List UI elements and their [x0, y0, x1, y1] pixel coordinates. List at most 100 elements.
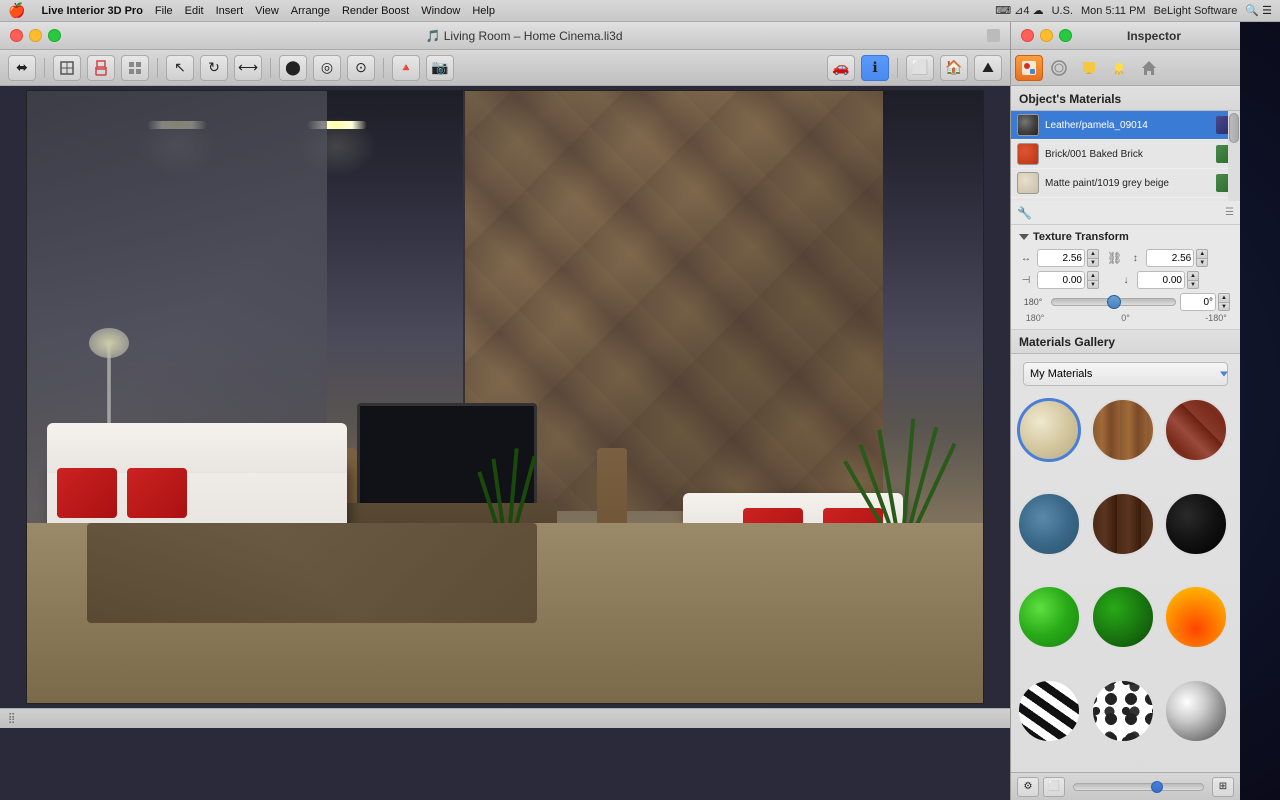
- swatch-black[interactable]: [1164, 492, 1228, 556]
- angle-min-label: 180°: [1019, 297, 1047, 307]
- chain-icon[interactable]: ⛓: [1107, 251, 1122, 265]
- scale-x-group: ▲ ▼: [1037, 249, 1101, 267]
- gallery-header: Materials Gallery: [1011, 330, 1240, 354]
- angle-slider-thumb[interactable]: [1107, 295, 1121, 309]
- minimize-button[interactable]: [29, 29, 42, 42]
- menu-arrange[interactable]: Arrange: [291, 5, 330, 17]
- swatch-water[interactable]: [1017, 492, 1081, 556]
- material-item-brick[interactable]: Brick/001 Baked Brick: [1011, 140, 1240, 169]
- export-btn[interactable]: ⬜: [1043, 777, 1065, 797]
- scale-y-up[interactable]: ▲: [1196, 249, 1208, 258]
- swatch-chrome[interactable]: [1164, 679, 1228, 743]
- tab-shape[interactable]: [1045, 55, 1073, 81]
- offset-x-input[interactable]: [1037, 271, 1085, 289]
- material-item-leather[interactable]: Leather/pamela_09014: [1011, 111, 1240, 140]
- menu-file[interactable]: File: [155, 5, 173, 17]
- view2d-btn[interactable]: ⬜: [906, 55, 934, 81]
- print-btn[interactable]: [87, 55, 115, 81]
- menu-help[interactable]: Help: [472, 5, 495, 17]
- grid-btn[interactable]: [121, 55, 149, 81]
- view3d-btn[interactable]: ⛰: [974, 55, 1002, 81]
- inspector-close[interactable]: [1021, 29, 1034, 42]
- materials-scroll-thumb[interactable]: [1229, 113, 1239, 143]
- menu-window[interactable]: Window: [421, 5, 460, 17]
- scale-y-stepper[interactable]: ▲ ▼: [1196, 249, 1210, 267]
- offset-x-down[interactable]: ▼: [1087, 280, 1099, 289]
- inspector-minimize[interactable]: [1040, 29, 1053, 42]
- scale-x-up[interactable]: ▲: [1087, 249, 1099, 258]
- apple-menu[interactable]: 🍎: [8, 2, 25, 19]
- dalmatian-pattern: [1093, 681, 1153, 741]
- info-btn[interactable]: ℹ: [861, 55, 889, 81]
- rotate-btn[interactable]: ↻: [200, 55, 228, 81]
- scale-y-icon: ↕: [1128, 253, 1142, 264]
- scale-x-input[interactable]: [1037, 249, 1085, 267]
- menu-insert[interactable]: Insert: [216, 5, 244, 17]
- tab-materials[interactable]: [1015, 55, 1043, 81]
- viewport-3d[interactable]: [26, 90, 984, 704]
- swatch-brick-red[interactable]: [1164, 398, 1228, 462]
- sofa-pillow-1: [57, 468, 117, 518]
- offset-y-down[interactable]: ▼: [1187, 280, 1199, 289]
- angle-input[interactable]: [1180, 293, 1216, 311]
- menu-edit[interactable]: Edit: [185, 5, 204, 17]
- room-scene: [27, 91, 983, 703]
- swatch-green-dark[interactable]: [1091, 585, 1155, 649]
- menu-render[interactable]: Render Boost: [342, 5, 409, 17]
- swatch-fire[interactable]: [1164, 585, 1228, 649]
- select-btn[interactable]: ↖: [166, 55, 194, 81]
- add-material-btn[interactable]: ⚙: [1017, 777, 1039, 797]
- menu-app[interactable]: Live Interior 3D Pro: [41, 5, 142, 17]
- swatch-zebra[interactable]: [1017, 679, 1081, 743]
- scale-y-down[interactable]: ▼: [1196, 258, 1208, 267]
- main-area: 🎵 Living Room – Home Cinema.li3d ⬌ ↖ ↻ ⟷…: [0, 22, 1280, 800]
- maximize-button[interactable]: [48, 29, 61, 42]
- scale-x-stepper[interactable]: ▲ ▼: [1087, 249, 1101, 267]
- offset-y-stepper[interactable]: ▲ ▼: [1187, 271, 1201, 289]
- gallery-dropdown[interactable]: My Materials All Materials Brick Wood Me…: [1023, 362, 1228, 386]
- collapse-icon[interactable]: [1019, 234, 1029, 240]
- swatch-oak[interactable]: [1091, 398, 1155, 462]
- offset-x-stepper[interactable]: ▲ ▼: [1087, 271, 1101, 289]
- swatch-dalmatian[interactable]: [1091, 679, 1155, 743]
- close-button[interactable]: [10, 29, 23, 42]
- tab-paint[interactable]: [1075, 55, 1103, 81]
- zoom-slider[interactable]: [1073, 783, 1204, 791]
- scale-y-group: ▲ ▼: [1146, 249, 1210, 267]
- offset-y-up[interactable]: ▲: [1187, 271, 1199, 280]
- ring-btn[interactable]: ◎: [313, 55, 341, 81]
- material-item-matte[interactable]: Matte paint/1019 grey beige: [1011, 169, 1240, 198]
- offset-y-input[interactable]: [1137, 271, 1185, 289]
- angle-up[interactable]: ▲: [1218, 293, 1230, 302]
- swatch-dark-wood[interactable]: [1091, 492, 1155, 556]
- swatch-green-bright[interactable]: [1017, 585, 1081, 649]
- angle-row: 180° ▲ ▼: [1019, 293, 1232, 311]
- options-icon[interactable]: ☰: [1225, 207, 1234, 218]
- camera-btn[interactable]: 📷: [426, 55, 454, 81]
- zoom-slider-thumb[interactable]: [1151, 781, 1163, 793]
- tab-home[interactable]: [1135, 55, 1163, 81]
- render-btn[interactable]: 🚗: [827, 55, 855, 81]
- menu-view[interactable]: View: [255, 5, 279, 17]
- offset-y-icon: ↓: [1119, 275, 1133, 286]
- swatch-beige[interactable]: [1017, 398, 1081, 462]
- angle-down[interactable]: ▼: [1218, 302, 1230, 311]
- sphere-btn[interactable]: ⊙: [347, 55, 375, 81]
- circle-btn[interactable]: ⬤: [279, 55, 307, 81]
- back-forward-btn[interactable]: ⬌: [8, 55, 36, 81]
- tab-light[interactable]: [1105, 55, 1133, 81]
- view-home-btn[interactable]: 🏠: [940, 55, 968, 81]
- build-btn[interactable]: 🔺: [392, 55, 420, 81]
- resize-button[interactable]: [987, 29, 1000, 42]
- offset-x-group: ▲ ▼: [1037, 271, 1101, 289]
- angle-stepper[interactable]: ▲ ▼: [1218, 293, 1232, 311]
- offset-x-up[interactable]: ▲: [1087, 271, 1099, 280]
- angle-slider[interactable]: [1051, 298, 1176, 306]
- grid-view-btn[interactable]: ⊞: [1212, 777, 1234, 797]
- inspector-maximize[interactable]: [1059, 29, 1072, 42]
- materials-scroll-track[interactable]: [1228, 111, 1240, 201]
- scale-y-input[interactable]: [1146, 249, 1194, 267]
- floorplan-btn[interactable]: [53, 55, 81, 81]
- move-btn[interactable]: ⟷: [234, 55, 262, 81]
- scale-x-down[interactable]: ▼: [1087, 258, 1099, 267]
